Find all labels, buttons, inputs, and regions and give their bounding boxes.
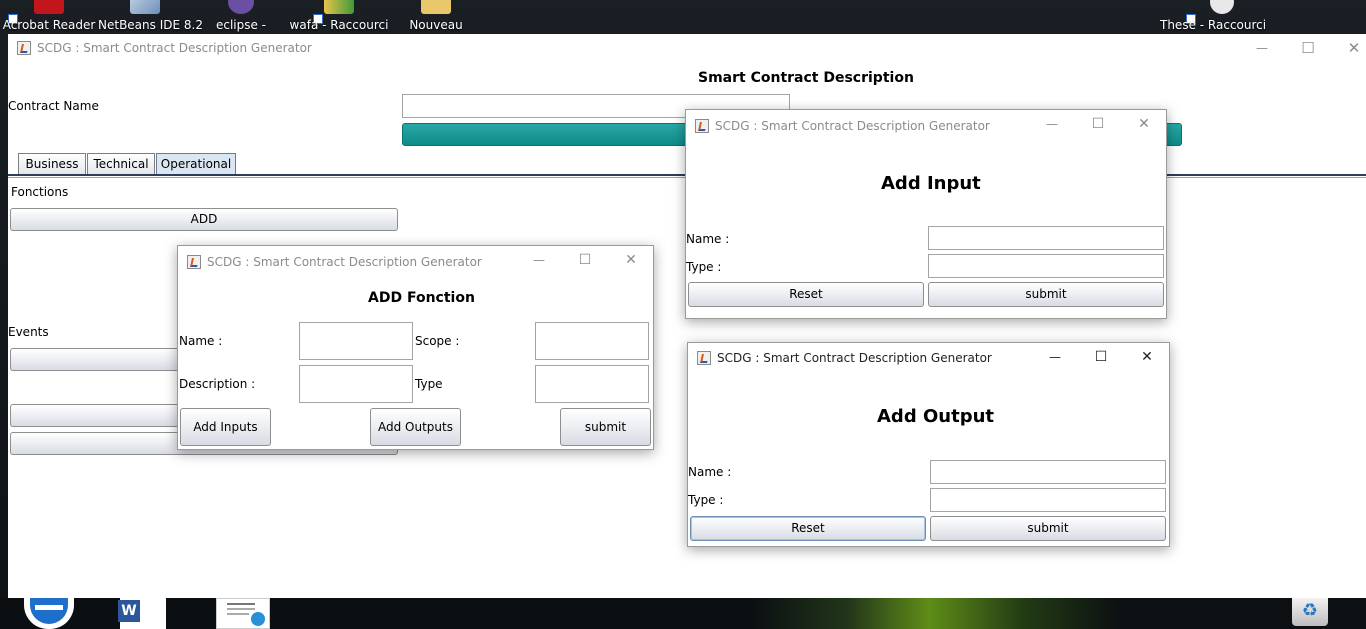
- document-icon[interactable]: [216, 598, 270, 629]
- type-input[interactable]: [930, 488, 1166, 512]
- type-input[interactable]: [535, 365, 649, 403]
- contract-name-label: Contract Name: [8, 99, 99, 113]
- desktop-icon-wafa[interactable]: wafa - Raccourci: [289, 0, 389, 34]
- desktop-icon-label: These - Raccourci: [1160, 18, 1267, 32]
- desktop-icon-nouveau[interactable]: Nouveau: [404, 0, 468, 34]
- reset-button[interactable]: Reset: [690, 516, 926, 541]
- main-titlebar[interactable]: SCDG : Smart Contract Description Genera…: [8, 34, 1366, 62]
- name-label: Name :: [688, 465, 732, 479]
- submit-button[interactable]: submit: [930, 516, 1166, 541]
- teamviewer-icon-body: [24, 598, 74, 629]
- add-inputs-button[interactable]: Add Inputs: [180, 408, 271, 446]
- name-label: Name :: [686, 232, 730, 246]
- desktop-icon-label: NetBeans IDE 8.2: [98, 18, 203, 32]
- dialog-title: SCDG : Smart Contract Description Genera…: [207, 255, 482, 269]
- tab-business[interactable]: Business: [18, 153, 86, 174]
- submit-button[interactable]: submit: [560, 408, 651, 446]
- minimize-button[interactable]: —: [519, 248, 559, 272]
- minimize-button[interactable]: —: [1239, 34, 1285, 62]
- eclipse-icon: [228, 0, 254, 14]
- dialog-heading: Add Input: [881, 173, 981, 194]
- tab-operational[interactable]: Operational: [156, 153, 236, 174]
- java-app-icon: [17, 41, 31, 55]
- tab-technical[interactable]: Technical: [87, 153, 155, 174]
- name-input[interactable]: [928, 226, 1164, 250]
- desktop-icon-these[interactable]: These - Raccourci: [1160, 0, 1267, 34]
- desktop-icon-netbeans[interactable]: NetBeans IDE 8.2: [98, 0, 203, 34]
- close-button[interactable]: ✕: [1124, 112, 1164, 136]
- fonctions-label: Fonctions: [11, 185, 69, 199]
- dialog-heading: ADD Fonction: [368, 290, 475, 306]
- maximize-button[interactable]: ☐: [1078, 112, 1118, 136]
- scope-input[interactable]: [535, 322, 649, 360]
- close-button[interactable]: ✕: [611, 248, 651, 272]
- reset-button[interactable]: Reset: [688, 282, 924, 307]
- description-label: Description :: [179, 377, 256, 391]
- page-title: Smart Contract Description: [698, 70, 914, 86]
- java-app-icon: [187, 255, 201, 269]
- desktop-top-strip: Acrobat Reader NetBeans IDE 8.2 eclipse …: [0, 0, 1366, 34]
- type-input[interactable]: [928, 254, 1164, 278]
- desktop-icon-eclipse[interactable]: eclipse -: [205, 0, 277, 34]
- add-outputs-button[interactable]: Add Outputs: [370, 408, 461, 446]
- type-label: Type :: [686, 260, 722, 274]
- dialog-heading: Add Output: [877, 406, 994, 427]
- add-input-dialog: SCDG : Smart Contract Description Genera…: [685, 109, 1167, 319]
- close-button[interactable]: ✕: [1127, 345, 1167, 369]
- java-app-icon: [697, 351, 711, 365]
- acrobat-icon: [34, 0, 64, 14]
- minimize-button[interactable]: —: [1035, 345, 1075, 369]
- desktop-icon-label: wafa - Raccourci: [289, 18, 389, 32]
- teamviewer-icon[interactable]: [22, 598, 74, 629]
- type-label: Type :: [688, 493, 724, 507]
- folder-shortcut-icon: [324, 0, 354, 14]
- add-output-dialog: SCDG : Smart Contract Description Genera…: [687, 342, 1170, 547]
- desktop-icon-label: Nouveau: [409, 18, 463, 32]
- desktop-icon-label: Acrobat Reader: [2, 18, 96, 32]
- scope-label: Scope :: [415, 334, 460, 348]
- events-label: Events: [8, 325, 49, 339]
- dialog-title: SCDG : Smart Contract Description Genera…: [717, 351, 992, 365]
- dialog-title: SCDG : Smart Contract Description Genera…: [715, 119, 990, 133]
- type-label: Type: [415, 377, 443, 391]
- close-button[interactable]: ✕: [1331, 34, 1366, 62]
- submit-button[interactable]: submit: [928, 282, 1164, 307]
- desktop-bottom-strip: W ♻: [0, 598, 1366, 629]
- maximize-button[interactable]: ☐: [565, 248, 605, 272]
- name-input[interactable]: [930, 460, 1166, 484]
- maximize-button[interactable]: ☐: [1285, 34, 1331, 62]
- netbeans-icon: [130, 0, 160, 14]
- name-label: Name :: [179, 334, 223, 348]
- add-fonction-dialog: SCDG : Smart Contract Description Genera…: [177, 245, 654, 450]
- minimize-button[interactable]: —: [1032, 112, 1072, 136]
- java-app-icon: [695, 119, 709, 133]
- folder-shortcut-icon: [1210, 0, 1235, 14]
- add-fonction-button[interactable]: ADD: [10, 208, 398, 231]
- desktop-icon-label: eclipse -: [215, 18, 267, 32]
- folder-icon: [421, 0, 451, 14]
- maximize-button[interactable]: ☐: [1081, 345, 1121, 369]
- word-document-icon[interactable]: W: [118, 598, 170, 629]
- window-title: SCDG : Smart Contract Description Genera…: [37, 41, 312, 55]
- description-input[interactable]: [299, 365, 413, 403]
- name-input[interactable]: [299, 322, 413, 360]
- desktop-icon-acrobat[interactable]: Acrobat Reader: [0, 0, 98, 34]
- recycle-bin-icon[interactable]: ♻: [1288, 598, 1340, 629]
